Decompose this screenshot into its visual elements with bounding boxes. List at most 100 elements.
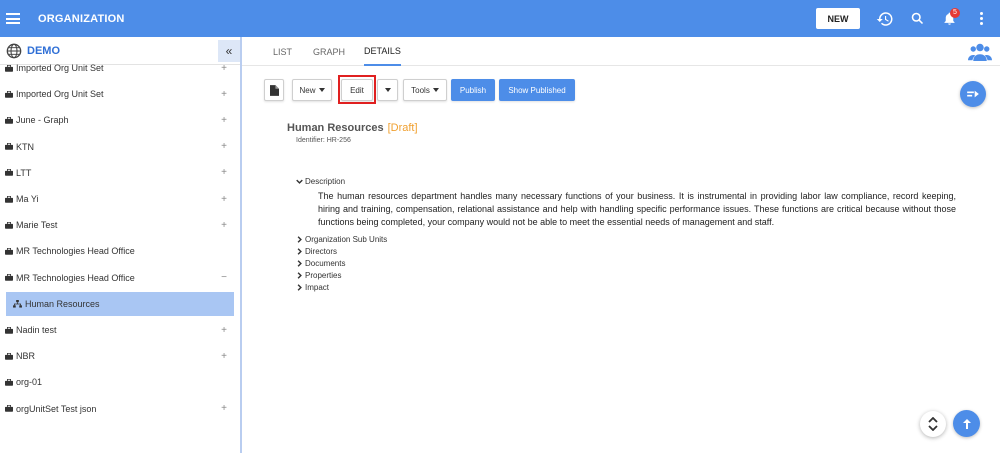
expand-icon[interactable]: + [221, 351, 227, 362]
section-description-label: Description [305, 177, 346, 186]
tree-item[interactable]: June - Graph + [0, 108, 240, 132]
entity-identifier: Identifier: HR-256 [296, 137, 351, 144]
section-impact[interactable]: Impact [296, 283, 329, 292]
section-label: Documents [305, 259, 346, 268]
chevron-right-icon [297, 248, 302, 255]
tree-item[interactable]: MR Technologies Head Office − [0, 266, 240, 290]
caret-down-icon [432, 88, 439, 92]
expand-icon[interactable]: + [221, 194, 227, 205]
tree-item-label: NBR [16, 351, 36, 362]
briefcase-icon [5, 169, 13, 176]
chevron-right-icon [297, 236, 302, 243]
tree-item-label: MR Technologies Head Office [16, 246, 135, 257]
tree-item[interactable]: Marie Test + [0, 213, 240, 237]
tree-item-label: Human Resources [25, 298, 100, 309]
sort-icon[interactable] [920, 411, 946, 437]
expand-icon[interactable]: + [221, 403, 227, 414]
tree-item[interactable]: orgUnitSet Test json + [0, 397, 240, 421]
tree-item-label: KTN [16, 141, 34, 152]
section-organization-sub-units[interactable]: Organization Sub Units [296, 235, 387, 244]
expand-icon[interactable]: + [221, 325, 227, 336]
new-dropdown-label: New [299, 85, 316, 95]
arrow-up-icon[interactable] [953, 410, 980, 437]
document-icon[interactable] [264, 79, 284, 101]
tree-item-label: Imported Org Unit Set [16, 63, 104, 73]
tree-item[interactable]: Imported Org Unit Set + [0, 82, 240, 106]
section-documents[interactable]: Documents [296, 259, 345, 268]
section-description[interactable]: Description [296, 177, 345, 186]
tree-item[interactable]: KTN + [0, 135, 240, 159]
chevron-right-icon [297, 272, 302, 279]
tree-item-label: LTT [16, 167, 32, 178]
show-published-button[interactable]: Show Published [499, 79, 575, 101]
expand-icon[interactable]: + [221, 167, 227, 178]
expand-icon[interactable]: + [221, 89, 227, 100]
briefcase-icon [5, 195, 13, 203]
expand-icon[interactable]: + [221, 141, 227, 152]
people-icon[interactable] [968, 41, 992, 63]
briefcase-icon [5, 90, 13, 98]
section-label: Directors [305, 247, 338, 256]
description-text: The human resources department handles m… [318, 191, 956, 227]
tab-details[interactable]: DETAILS [364, 37, 401, 66]
tree-item-label: Marie Test [16, 220, 58, 231]
briefcase-icon [5, 116, 13, 124]
chevron-right-icon [297, 284, 302, 291]
tree-item-label: Ma Yi [16, 194, 39, 204]
history-icon[interactable] [872, 6, 898, 32]
briefcase-icon [5, 405, 13, 412]
section-properties[interactable]: Properties [296, 271, 341, 280]
briefcase-icon [5, 143, 13, 150]
caret-down-icon [318, 88, 325, 92]
search-icon[interactable] [904, 6, 930, 32]
tree-item[interactable]: MR Technologies Head Office [0, 239, 240, 263]
tree-item-label: Imported Org Unit Set [16, 89, 104, 100]
bell-icon[interactable]: 5 [936, 6, 962, 32]
section-label: Properties [305, 271, 342, 280]
tree-item[interactable]: org-01 [0, 370, 240, 394]
share-icon[interactable] [960, 81, 986, 107]
entity-name: Human Resources [287, 122, 384, 134]
expand-icon[interactable]: + [221, 63, 227, 74]
tree-item-label: June - Graph [16, 115, 69, 126]
tools-label: Tools [411, 85, 430, 95]
new-button[interactable]: NEW [816, 8, 860, 29]
tab-graph[interactable]: GRAPH [313, 37, 345, 66]
edit-options-dropdown[interactable] [377, 79, 398, 101]
edit-highlight-box [338, 75, 376, 104]
tree-item-label: MR Technologies Head Office [16, 272, 135, 283]
app-title: ORGANIZATION [38, 12, 125, 25]
org-chart-icon [13, 299, 22, 308]
tree-item-label: org-01 [16, 377, 43, 388]
briefcase-icon [5, 378, 13, 386]
publish-button[interactable]: Publish [451, 79, 495, 101]
briefcase-icon [5, 352, 13, 360]
briefcase-icon [5, 247, 13, 255]
hamburger-icon[interactable] [6, 13, 20, 24]
expand-icon[interactable]: + [221, 220, 227, 231]
expand-icon[interactable]: + [221, 115, 227, 126]
tree-item-label: orgUnitSet Test json [16, 403, 97, 414]
tree-item[interactable]: NBR + [0, 344, 240, 368]
caret-down-icon [384, 88, 391, 92]
tab-list[interactable]: LIST [273, 37, 292, 66]
kebab-icon[interactable] [968, 6, 994, 32]
tab-bar: LIST GRAPH DETAILS [242, 37, 1000, 66]
section-label: Organization Sub Units [305, 235, 388, 244]
tree-item[interactable]: LTT + [0, 161, 240, 185]
section-label: Impact [305, 283, 330, 292]
new-dropdown-button[interactable]: New [292, 79, 332, 101]
briefcase-icon [5, 326, 13, 334]
tree-item-selected[interactable]: Human Resources [6, 291, 234, 316]
chevron-down-icon [296, 179, 303, 184]
sidebar: DEMO « Imported Org Unit Set + Imported Or… [0, 37, 242, 453]
collapse-icon[interactable]: − [221, 272, 227, 283]
sidebar-title: DEMO [27, 44, 60, 57]
section-directors[interactable]: Directors [296, 247, 337, 256]
tools-dropdown-button[interactable]: Tools [403, 79, 447, 101]
tree-item[interactable]: Nadin test + [0, 318, 240, 342]
status-badge: [Draft] [387, 122, 418, 134]
tree-item[interactable]: Imported Org Unit Set + [0, 56, 240, 80]
briefcase-icon [5, 274, 13, 281]
tree-item[interactable]: Ma Yi + [0, 187, 240, 211]
